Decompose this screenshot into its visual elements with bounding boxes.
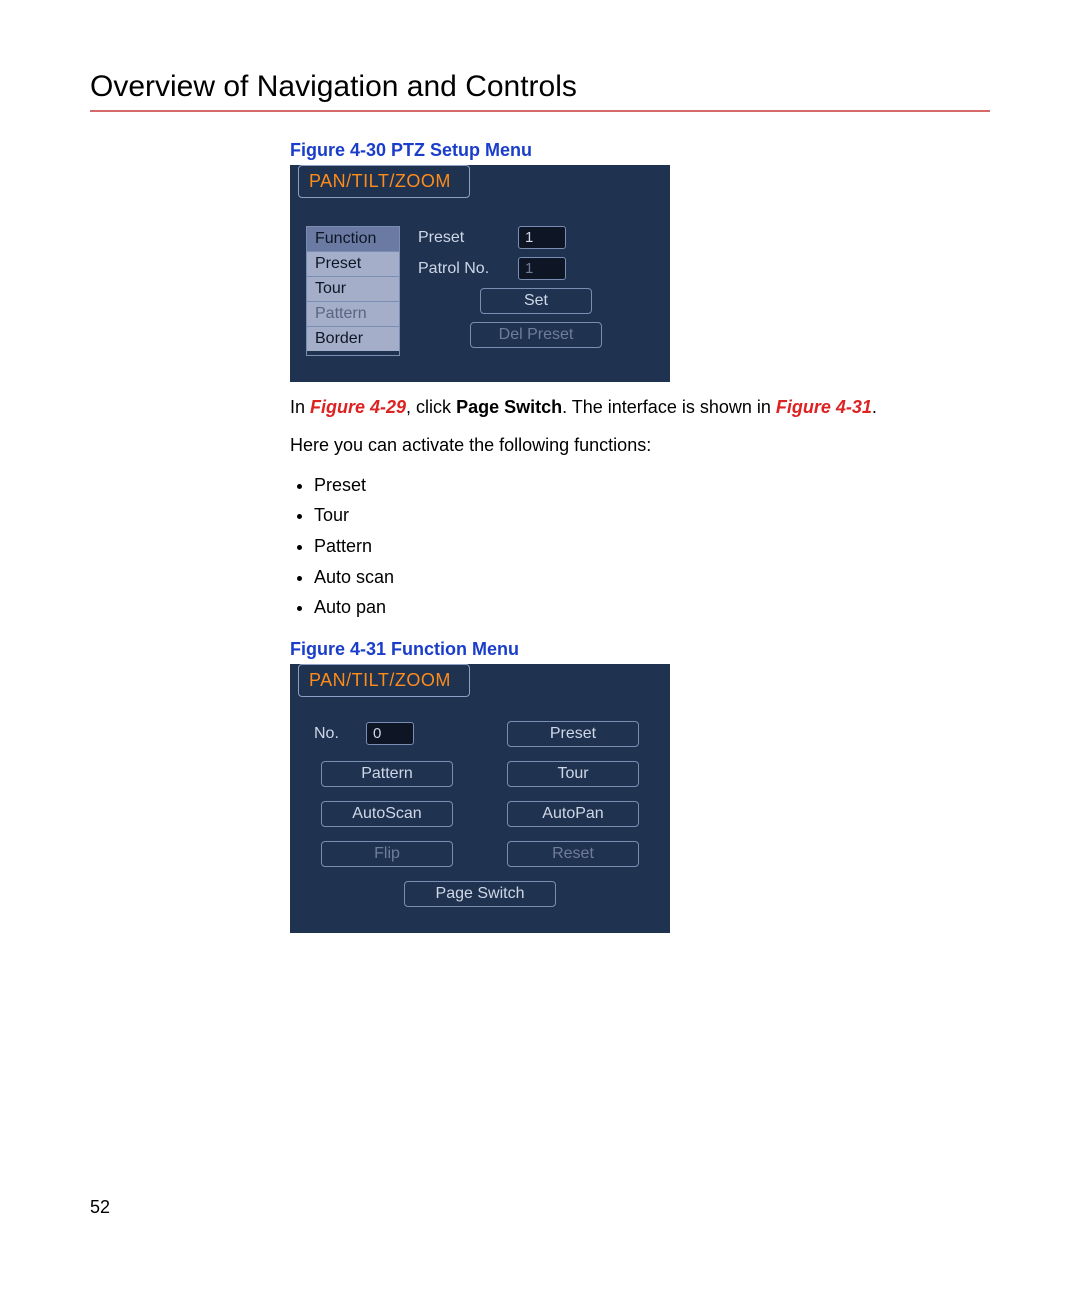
page-number: 52 bbox=[90, 1197, 110, 1218]
list-item: Tour bbox=[314, 500, 970, 531]
patrol-field-label: Patrol No. bbox=[418, 260, 508, 278]
text: . The interface is shown in bbox=[562, 397, 776, 417]
list-item-preset[interactable]: Preset bbox=[307, 252, 399, 277]
autoscan-button[interactable]: AutoScan bbox=[321, 801, 453, 827]
function-bullet-list: Preset Tour Pattern Auto scan Auto pan bbox=[314, 470, 970, 623]
figure-caption-4-30: Figure 4-30 PTZ Setup Menu bbox=[290, 140, 970, 161]
list-item: Pattern bbox=[314, 531, 970, 562]
instruction-paragraph-2: Here you can activate the following func… bbox=[290, 432, 970, 460]
list-item-tour[interactable]: Tour bbox=[307, 277, 399, 302]
figure-caption-4-31: Figure 4-31 Function Menu bbox=[290, 639, 970, 660]
ptz-function-panel: PAN/TILT/ZOOM No. 0 Preset Pattern Tour bbox=[290, 664, 670, 933]
instruction-paragraph-1: In Figure 4-29, click Page Switch. The i… bbox=[290, 394, 970, 422]
list-item: Auto scan bbox=[314, 562, 970, 593]
text: . bbox=[872, 397, 877, 417]
page-switch-button[interactable]: Page Switch bbox=[404, 881, 556, 907]
flip-button[interactable]: Flip bbox=[321, 841, 453, 867]
tour-button[interactable]: Tour bbox=[507, 761, 639, 787]
list-item: Auto pan bbox=[314, 592, 970, 623]
figure-ref-4-31: Figure 4-31 bbox=[776, 397, 872, 417]
bold-page-switch: Page Switch bbox=[456, 397, 562, 417]
ptz-tab-label: PAN/TILT/ZOOM bbox=[298, 664, 470, 697]
list-item-function[interactable]: Function bbox=[307, 227, 399, 252]
set-button[interactable]: Set bbox=[480, 288, 592, 314]
patrol-number-readonly: 1 bbox=[518, 257, 566, 280]
no-field-label: No. bbox=[314, 725, 354, 743]
list-item-border[interactable]: Border bbox=[307, 327, 399, 351]
preset-field-label: Preset bbox=[418, 229, 508, 247]
ptz-tab-label: PAN/TILT/ZOOM bbox=[298, 165, 470, 198]
list-item: Preset bbox=[314, 470, 970, 501]
ptz-setup-panel: PAN/TILT/ZOOM Function Preset Tour Patte… bbox=[290, 165, 670, 382]
function-list: Function Preset Tour Pattern Border bbox=[306, 226, 400, 356]
text: , click bbox=[406, 397, 456, 417]
pattern-button[interactable]: Pattern bbox=[321, 761, 453, 787]
preset-number-input[interactable]: 1 bbox=[518, 226, 566, 249]
figure-ref-4-29: Figure 4-29 bbox=[310, 397, 406, 417]
reset-button[interactable]: Reset bbox=[507, 841, 639, 867]
list-item-pattern[interactable]: Pattern bbox=[307, 302, 399, 327]
text: In bbox=[290, 397, 310, 417]
preset-button[interactable]: Preset bbox=[507, 721, 639, 747]
no-input[interactable]: 0 bbox=[366, 722, 414, 745]
autopan-button[interactable]: AutoPan bbox=[507, 801, 639, 827]
del-preset-button[interactable]: Del Preset bbox=[470, 322, 602, 348]
page-title: Overview of Navigation and Controls bbox=[90, 70, 990, 112]
